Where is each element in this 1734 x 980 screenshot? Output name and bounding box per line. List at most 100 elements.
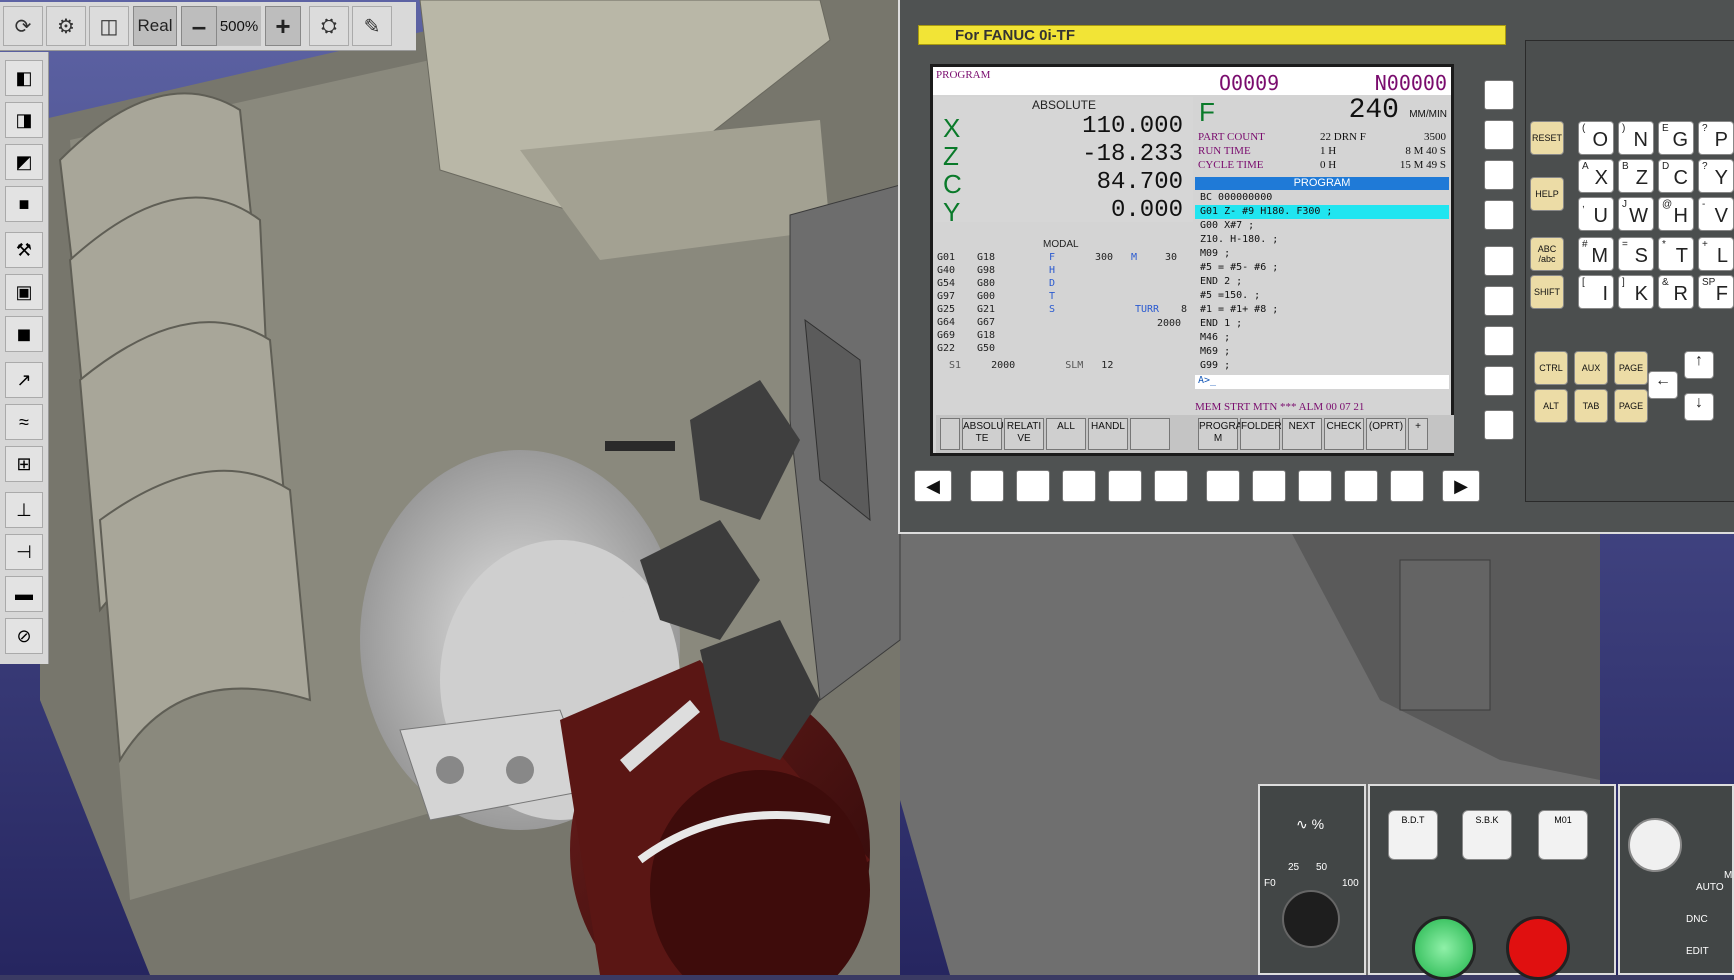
key-O[interactable]: (O bbox=[1578, 121, 1614, 155]
key-N[interactable]: ) N bbox=[1618, 121, 1654, 155]
key-G[interactable]: EG bbox=[1658, 121, 1694, 155]
shift-key[interactable]: SHIFT bbox=[1530, 275, 1564, 309]
aux-key[interactable]: AUX bbox=[1574, 351, 1608, 385]
cylinder-view-icon[interactable]: ◫ bbox=[89, 6, 129, 46]
bottom-button[interactable] bbox=[1344, 470, 1378, 502]
program-line[interactable]: Z10. H-180. ; bbox=[1195, 233, 1449, 247]
program-line[interactable]: M46 ; bbox=[1195, 331, 1449, 345]
program-line[interactable]: G00 X#7 ; bbox=[1195, 219, 1449, 233]
reset-view-icon[interactable]: ⟳ bbox=[3, 6, 43, 46]
softkey-check[interactable]: CHECK bbox=[1324, 418, 1364, 450]
softkey-handle[interactable]: HANDL bbox=[1088, 418, 1128, 450]
side-button[interactable] bbox=[1484, 286, 1514, 316]
view-iso-icon[interactable]: ◧ bbox=[5, 60, 43, 96]
measure-tool-icon[interactable]: ✎ bbox=[352, 6, 392, 46]
program-line[interactable]: G99 ; bbox=[1195, 359, 1449, 373]
key-K[interactable]: ] K bbox=[1618, 275, 1654, 309]
key-U[interactable]: ,U bbox=[1578, 197, 1614, 231]
key-H[interactable]: @ H bbox=[1658, 197, 1694, 231]
no-collision-icon[interactable]: ⊘ bbox=[5, 618, 43, 654]
key-P[interactable]: ? P bbox=[1698, 121, 1734, 155]
tool-change-icon[interactable]: ⛭ bbox=[309, 6, 349, 46]
alt-key[interactable]: ALT bbox=[1534, 389, 1568, 423]
tailstock-icon[interactable]: ⊣ bbox=[5, 534, 43, 570]
key-L[interactable]: + L bbox=[1698, 237, 1734, 271]
arrow-down-icon[interactable]: ↓ bbox=[1684, 393, 1714, 421]
help-key[interactable]: HELP bbox=[1530, 177, 1564, 211]
softkey-all[interactable]: ALL bbox=[1046, 418, 1086, 450]
key-Z[interactable]: BZ bbox=[1618, 159, 1654, 193]
bottom-button[interactable] bbox=[1154, 470, 1188, 502]
program-line[interactable]: M09 ; bbox=[1195, 247, 1449, 261]
side-button[interactable] bbox=[1484, 410, 1514, 440]
eraser-icon[interactable]: ▬ bbox=[5, 576, 43, 612]
program-line[interactable]: END 2 ; bbox=[1195, 275, 1449, 289]
view-front-icon[interactable]: ◨ bbox=[5, 102, 43, 138]
program-listing[interactable]: BC 000000000 G01 Z- #9 H180. F300 ; G00 … bbox=[1195, 191, 1449, 371]
bottom-button[interactable] bbox=[1108, 470, 1142, 502]
arrow-up-icon[interactable]: ↑ bbox=[1684, 351, 1714, 379]
key-C[interactable]: DC bbox=[1658, 159, 1694, 193]
key-T[interactable]: * T bbox=[1658, 237, 1694, 271]
softkey-absolute[interactable]: ABSOLU TE bbox=[962, 418, 1004, 450]
side-button[interactable] bbox=[1484, 366, 1514, 396]
bottom-button[interactable] bbox=[1298, 470, 1332, 502]
arrow-left-icon[interactable]: ← bbox=[1648, 371, 1678, 399]
m01-button[interactable]: M01 bbox=[1538, 810, 1588, 860]
bottom-button[interactable] bbox=[1206, 470, 1240, 502]
program-line[interactable]: #1 = #1+ #8 ; bbox=[1195, 303, 1449, 317]
softkey-empty[interactable] bbox=[1130, 418, 1170, 450]
key-R[interactable]: & R bbox=[1658, 275, 1694, 309]
zoom-out-button[interactable]: – bbox=[181, 6, 217, 46]
page-up-key[interactable]: PAGE bbox=[1614, 351, 1648, 385]
bdt-button[interactable]: B.D.T bbox=[1388, 810, 1438, 860]
side-button[interactable] bbox=[1484, 200, 1514, 230]
bottom-button[interactable] bbox=[1252, 470, 1286, 502]
key-switch-icon[interactable] bbox=[1628, 818, 1682, 872]
softkey-next[interactable]: NEXT bbox=[1282, 418, 1322, 450]
program-line[interactable]: #5 =150. ; bbox=[1195, 289, 1449, 303]
prev-page-icon[interactable]: ◀ bbox=[914, 470, 952, 502]
key-M[interactable]: # M bbox=[1578, 237, 1614, 271]
program-line[interactable]: #5 = #5- #6 ; bbox=[1195, 261, 1449, 275]
side-button[interactable] bbox=[1484, 246, 1514, 276]
program-line[interactable]: END 1 ; bbox=[1195, 317, 1449, 331]
softkey-left-arrow[interactable] bbox=[940, 418, 960, 450]
machine-view-icon[interactable]: ⚒ bbox=[5, 232, 43, 268]
zoom-in-button[interactable]: + bbox=[265, 6, 301, 46]
real-speed-button[interactable]: Real bbox=[133, 6, 177, 46]
program-line[interactable]: BC 000000000 bbox=[1195, 191, 1449, 205]
feed-override-knob[interactable] bbox=[1282, 890, 1340, 948]
key-V[interactable]: -V bbox=[1698, 197, 1734, 231]
axes-icon[interactable]: ↗ bbox=[5, 362, 43, 398]
cycle-start-button[interactable] bbox=[1412, 916, 1476, 980]
ctrl-key[interactable]: CTRL bbox=[1534, 351, 1568, 385]
reset-key[interactable]: RESET bbox=[1530, 121, 1564, 155]
abc-key[interactable]: ABC /abc bbox=[1530, 237, 1564, 271]
softkey-relative[interactable]: RELATI VE bbox=[1004, 418, 1044, 450]
key-S[interactable]: = S bbox=[1618, 237, 1654, 271]
program-line-active[interactable]: G01 Z- #9 H180. F300 ; bbox=[1195, 205, 1449, 219]
workpiece-icon[interactable]: ◼ bbox=[5, 316, 43, 352]
command-input[interactable]: A>_ bbox=[1195, 375, 1449, 389]
key-Y[interactable]: ? Y bbox=[1698, 159, 1734, 193]
page-down-key[interactable]: PAGE bbox=[1614, 389, 1648, 423]
probe-icon[interactable]: ⊥ bbox=[5, 492, 43, 528]
program-line[interactable]: M69 ; bbox=[1195, 345, 1449, 359]
view-side-icon[interactable]: ◩ bbox=[5, 144, 43, 180]
next-page-icon[interactable]: ▶ bbox=[1442, 470, 1480, 502]
key-F[interactable]: SP F bbox=[1698, 275, 1734, 309]
toolpath-icon[interactable]: ≈ bbox=[5, 404, 43, 440]
key-I[interactable]: [I bbox=[1578, 275, 1614, 309]
key-X[interactable]: AX bbox=[1578, 159, 1614, 193]
key-W[interactable]: JW bbox=[1618, 197, 1654, 231]
bottom-button[interactable] bbox=[1062, 470, 1096, 502]
view-solid-icon[interactable]: ■ bbox=[5, 186, 43, 222]
sbk-button[interactable]: S.B.K bbox=[1462, 810, 1512, 860]
softkey-folder[interactable]: FOLDER bbox=[1240, 418, 1282, 450]
fixture-icon[interactable]: ⊞ bbox=[5, 446, 43, 482]
gear-wheel-icon[interactable]: ⚙ bbox=[46, 6, 86, 46]
bottom-button[interactable] bbox=[970, 470, 1004, 502]
softkey-plus[interactable]: + bbox=[1408, 418, 1428, 450]
bottom-button[interactable] bbox=[1016, 470, 1050, 502]
